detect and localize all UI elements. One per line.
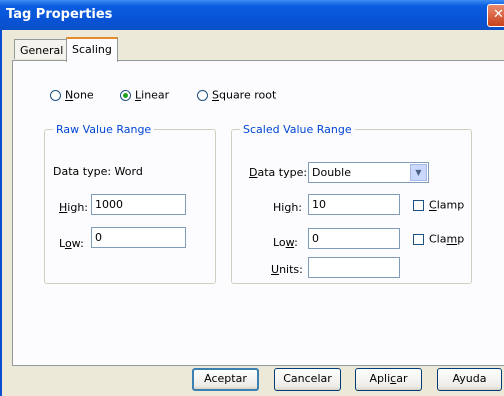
window-title: Tag Properties [6, 7, 113, 22]
raw-data-type-text: Data type: Word [53, 165, 143, 178]
radio-none-label: None [65, 88, 94, 102]
scaled-data-type-select[interactable]: Double ▼ [308, 162, 429, 183]
close-icon: ✕ [493, 7, 504, 22]
clamp-high-checkbox[interactable]: Clamp [413, 198, 464, 212]
radio-square-root-indicator[interactable] [197, 89, 208, 101]
scaled-high-input[interactable]: 10 [308, 194, 400, 215]
raw-low-label: Low: [59, 237, 84, 250]
raw-value-range-title: Raw Value Range [53, 123, 155, 136]
scaled-high-label: High: [273, 201, 302, 214]
radio-selected-dot [123, 92, 128, 98]
raw-high-label: High: [59, 201, 88, 214]
clamp-low-label: Clamp [429, 232, 465, 246]
clamp-low-box[interactable] [413, 233, 424, 245]
clamp-high-box[interactable] [413, 199, 424, 211]
close-button[interactable]: ✕ [487, 4, 504, 27]
help-button[interactable]: Ayuda [437, 368, 502, 391]
scaled-data-type-value: Double [312, 166, 351, 179]
radio-linear[interactable]: Linear [120, 88, 169, 102]
chevron-down-icon[interactable]: ▼ [410, 164, 427, 181]
tab-general-label: General [20, 44, 64, 57]
tab-scaling[interactable]: Scaling [66, 37, 118, 62]
tab-general[interactable]: General [14, 39, 67, 59]
scaled-low-label: Low: [273, 236, 298, 249]
radio-none[interactable]: None [50, 88, 94, 102]
tab-scaling-label: Scaling [72, 43, 112, 56]
apply-button[interactable]: Aplicar [355, 368, 422, 391]
cancel-button[interactable]: Cancelar [274, 368, 341, 391]
clamp-high-label: Clamp [429, 198, 465, 212]
units-label: Units: [271, 263, 303, 276]
radio-none-indicator[interactable] [50, 89, 61, 101]
units-input[interactable] [308, 257, 400, 278]
radio-linear-indicator[interactable] [120, 89, 131, 101]
radio-linear-label: Linear [135, 88, 170, 102]
scaled-low-input[interactable]: 0 [308, 228, 400, 249]
radio-square-root[interactable]: Square root [197, 88, 276, 102]
title-bar[interactable]: Tag Properties ✕ [0, 0, 504, 30]
radio-square-root-label: Square root [212, 88, 277, 102]
ok-button[interactable]: Aceptar [192, 368, 259, 391]
scaled-value-range-title: Scaled Value Range [240, 123, 355, 136]
raw-low-input[interactable]: 0 [91, 227, 186, 248]
scaled-data-type-label: Data type: [249, 166, 308, 179]
clamp-low-checkbox[interactable]: Clamp [413, 232, 464, 246]
tag-properties-dialog: Tag Properties ✕ General Scaling None Li… [0, 0, 504, 396]
raw-high-input[interactable]: 1000 [91, 194, 186, 215]
